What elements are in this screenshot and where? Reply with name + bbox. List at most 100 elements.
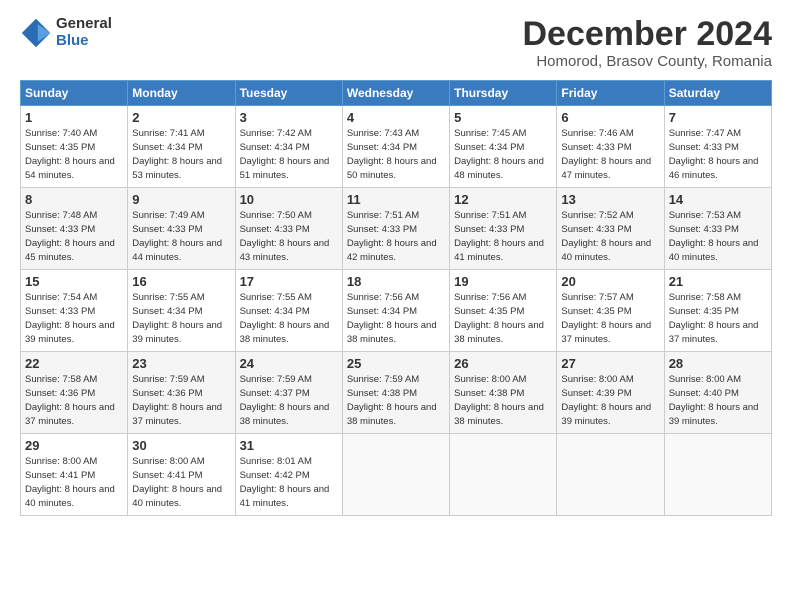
day-number: 26 bbox=[454, 356, 552, 371]
week-row-3: 15 Sunrise: 7:54 AMSunset: 4:33 PMDayligh… bbox=[21, 270, 772, 352]
cell-content: Sunrise: 7:56 AMSunset: 4:34 PMDaylight:… bbox=[347, 292, 437, 344]
day-number: 24 bbox=[240, 356, 338, 371]
calendar-cell bbox=[557, 434, 664, 516]
calendar-body: 1Sunrise: 7:40 AMSunset: 4:35 PMDaylight… bbox=[21, 106, 772, 516]
calendar-cell: 12 Sunrise: 7:51 AMSunset: 4:33 PMDayligh… bbox=[450, 188, 557, 270]
cell-content: Sunrise: 7:53 AMSunset: 4:33 PMDaylight:… bbox=[669, 210, 759, 262]
calendar-cell: 25 Sunrise: 7:59 AMSunset: 4:38 PMDayligh… bbox=[342, 352, 449, 434]
cell-content: Sunrise: 7:55 AMSunset: 4:34 PMDaylight:… bbox=[132, 292, 222, 344]
calendar-cell: 22 Sunrise: 7:58 AMSunset: 4:36 PMDayligh… bbox=[21, 352, 128, 434]
calendar-cell: 24Sunrise: 7:59 AMSunset: 4:37 PMDayligh… bbox=[235, 352, 342, 434]
logo: General Blue bbox=[20, 16, 112, 49]
day-number: 29 bbox=[25, 438, 123, 453]
cell-content: Sunrise: 7:40 AMSunset: 4:35 PMDaylight:… bbox=[25, 128, 115, 180]
logo-general-text: General bbox=[56, 16, 112, 33]
week-row-1: 1Sunrise: 7:40 AMSunset: 4:35 PMDaylight… bbox=[21, 106, 772, 188]
calendar-cell: 19 Sunrise: 7:56 AMSunset: 4:35 PMDayligh… bbox=[450, 270, 557, 352]
title-block: December 2024 Homorod, Brasov County, Ro… bbox=[522, 16, 772, 70]
day-number: 17 bbox=[240, 274, 338, 289]
cell-content: Sunrise: 7:59 AMSunset: 4:36 PMDaylight:… bbox=[132, 374, 222, 426]
day-number: 31 bbox=[240, 438, 338, 453]
cell-content: Sunrise: 7:58 AMSunset: 4:36 PMDaylight:… bbox=[25, 374, 115, 426]
cell-content: Sunrise: 7:42 AMSunset: 4:34 PMDaylight:… bbox=[240, 128, 330, 180]
calendar-cell: 16 Sunrise: 7:55 AMSunset: 4:34 PMDayligh… bbox=[128, 270, 235, 352]
day-number: 10 bbox=[240, 192, 338, 207]
cell-content: Sunrise: 8:00 AMSunset: 4:40 PMDaylight:… bbox=[669, 374, 759, 426]
day-number: 8 bbox=[25, 192, 123, 207]
calendar-cell bbox=[342, 434, 449, 516]
calendar-cell: 5Sunrise: 7:45 AMSunset: 4:34 PMDaylight… bbox=[450, 106, 557, 188]
cell-content: Sunrise: 7:59 AMSunset: 4:38 PMDaylight:… bbox=[347, 374, 437, 426]
header-thursday: Thursday bbox=[450, 81, 557, 106]
calendar-cell: 8 Sunrise: 7:48 AMSunset: 4:33 PMDaylight… bbox=[21, 188, 128, 270]
cell-content: Sunrise: 8:01 AMSunset: 4:42 PMDaylight:… bbox=[240, 456, 330, 508]
calendar-cell: 27 Sunrise: 8:00 AMSunset: 4:39 PMDayligh… bbox=[557, 352, 664, 434]
cell-content: Sunrise: 7:45 AMSunset: 4:34 PMDaylight:… bbox=[454, 128, 544, 180]
cell-content: Sunrise: 7:51 AMSunset: 4:33 PMDaylight:… bbox=[454, 210, 544, 262]
calendar-cell: 3 Sunrise: 7:42 AMSunset: 4:34 PMDaylight… bbox=[235, 106, 342, 188]
day-number: 2 bbox=[132, 110, 230, 125]
day-number: 21 bbox=[669, 274, 767, 289]
day-number: 28 bbox=[669, 356, 767, 371]
cell-content: Sunrise: 7:56 AMSunset: 4:35 PMDaylight:… bbox=[454, 292, 544, 344]
day-number: 20 bbox=[561, 274, 659, 289]
day-number: 16 bbox=[132, 274, 230, 289]
calendar-cell: 29 Sunrise: 8:00 AMSunset: 4:41 PMDayligh… bbox=[21, 434, 128, 516]
calendar-cell: 26Sunrise: 8:00 AMSunset: 4:38 PMDayligh… bbox=[450, 352, 557, 434]
calendar-header: Sunday Monday Tuesday Wednesday Thursday… bbox=[21, 81, 772, 106]
header-saturday: Saturday bbox=[664, 81, 771, 106]
calendar-cell: 11 Sunrise: 7:51 AMSunset: 4:33 PMDayligh… bbox=[342, 188, 449, 270]
day-number: 12 bbox=[454, 192, 552, 207]
day-number: 3 bbox=[240, 110, 338, 125]
cell-content: Sunrise: 7:55 AMSunset: 4:34 PMDaylight:… bbox=[240, 292, 330, 344]
week-row-2: 8 Sunrise: 7:48 AMSunset: 4:33 PMDaylight… bbox=[21, 188, 772, 270]
cell-content: Sunrise: 7:48 AMSunset: 4:33 PMDaylight:… bbox=[25, 210, 115, 262]
header-row: Sunday Monday Tuesday Wednesday Thursday… bbox=[21, 81, 772, 106]
calendar-cell: 14 Sunrise: 7:53 AMSunset: 4:33 PMDayligh… bbox=[664, 188, 771, 270]
day-number: 9 bbox=[132, 192, 230, 207]
logo-icon bbox=[20, 17, 52, 49]
calendar-table: Sunday Monday Tuesday Wednesday Thursday… bbox=[20, 80, 772, 516]
header-tuesday: Tuesday bbox=[235, 81, 342, 106]
calendar-cell: 2Sunrise: 7:41 AMSunset: 4:34 PMDaylight… bbox=[128, 106, 235, 188]
calendar-cell: 7Sunrise: 7:47 AMSunset: 4:33 PMDaylight… bbox=[664, 106, 771, 188]
cell-content: Sunrise: 7:52 AMSunset: 4:33 PMDaylight:… bbox=[561, 210, 651, 262]
calendar-title: December 2024 bbox=[522, 16, 772, 53]
cell-content: Sunrise: 7:43 AMSunset: 4:34 PMDaylight:… bbox=[347, 128, 437, 180]
day-number: 4 bbox=[347, 110, 445, 125]
day-number: 22 bbox=[25, 356, 123, 371]
logo-blue-text: Blue bbox=[56, 33, 112, 50]
cell-content: Sunrise: 8:00 AMSunset: 4:41 PMDaylight:… bbox=[25, 456, 115, 508]
header-sunday: Sunday bbox=[21, 81, 128, 106]
day-number: 27 bbox=[561, 356, 659, 371]
calendar-cell: 6Sunrise: 7:46 AMSunset: 4:33 PMDaylight… bbox=[557, 106, 664, 188]
cell-content: Sunrise: 7:54 AMSunset: 4:33 PMDaylight:… bbox=[25, 292, 115, 344]
day-number: 30 bbox=[132, 438, 230, 453]
header-monday: Monday bbox=[128, 81, 235, 106]
calendar-subtitle: Homorod, Brasov County, Romania bbox=[522, 53, 772, 70]
day-number: 14 bbox=[669, 192, 767, 207]
calendar-cell: 30Sunrise: 8:00 AMSunset: 4:41 PMDayligh… bbox=[128, 434, 235, 516]
day-number: 23 bbox=[132, 356, 230, 371]
calendar-cell: 9 Sunrise: 7:49 AMSunset: 4:33 PMDaylight… bbox=[128, 188, 235, 270]
header-friday: Friday bbox=[557, 81, 664, 106]
calendar-cell: 13Sunrise: 7:52 AMSunset: 4:33 PMDayligh… bbox=[557, 188, 664, 270]
week-row-5: 29 Sunrise: 8:00 AMSunset: 4:41 PMDayligh… bbox=[21, 434, 772, 516]
cell-content: Sunrise: 8:00 AMSunset: 4:39 PMDaylight:… bbox=[561, 374, 651, 426]
cell-content: Sunrise: 7:49 AMSunset: 4:33 PMDaylight:… bbox=[132, 210, 222, 262]
header: General Blue December 2024 Homorod, Bras… bbox=[20, 16, 772, 70]
day-number: 11 bbox=[347, 192, 445, 207]
day-number: 19 bbox=[454, 274, 552, 289]
cell-content: Sunrise: 7:51 AMSunset: 4:33 PMDaylight:… bbox=[347, 210, 437, 262]
day-number: 15 bbox=[25, 274, 123, 289]
day-number: 25 bbox=[347, 356, 445, 371]
cell-content: Sunrise: 7:47 AMSunset: 4:33 PMDaylight:… bbox=[669, 128, 759, 180]
calendar-cell: 4 Sunrise: 7:43 AMSunset: 4:34 PMDaylight… bbox=[342, 106, 449, 188]
day-number: 18 bbox=[347, 274, 445, 289]
calendar-cell: 23 Sunrise: 7:59 AMSunset: 4:36 PMDayligh… bbox=[128, 352, 235, 434]
cell-content: Sunrise: 7:50 AMSunset: 4:33 PMDaylight:… bbox=[240, 210, 330, 262]
cell-content: Sunrise: 7:58 AMSunset: 4:35 PMDaylight:… bbox=[669, 292, 759, 344]
logo-text: General Blue bbox=[56, 16, 112, 49]
calendar-cell: 10 Sunrise: 7:50 AMSunset: 4:33 PMDayligh… bbox=[235, 188, 342, 270]
calendar-cell bbox=[664, 434, 771, 516]
